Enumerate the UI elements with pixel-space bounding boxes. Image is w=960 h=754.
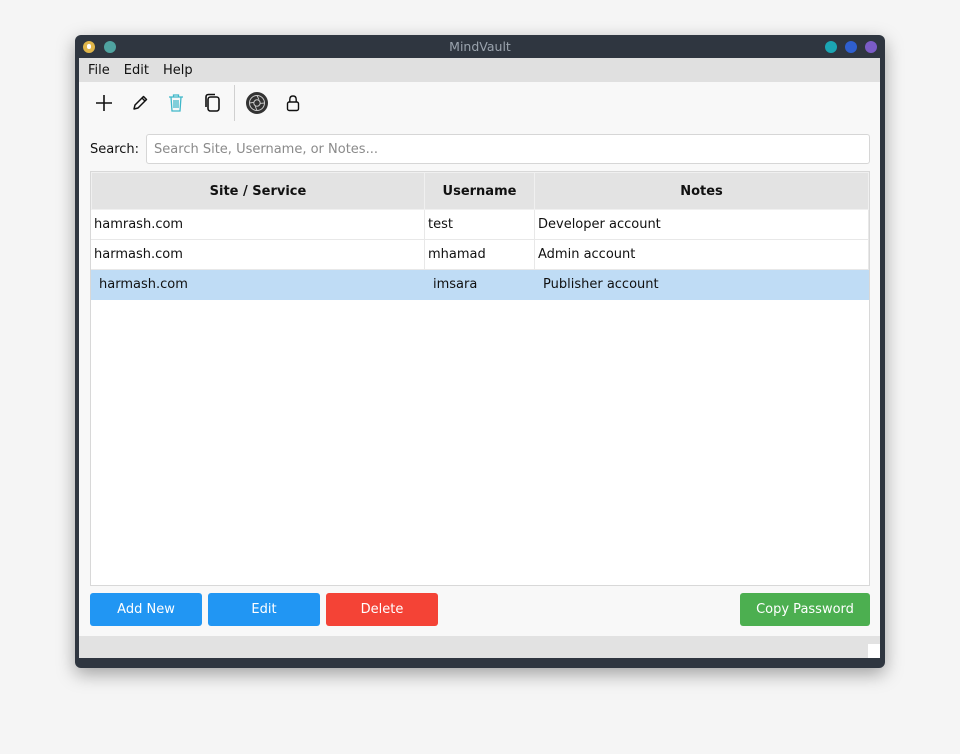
table-row[interactable]: hamrash.com test Developer account — [91, 210, 869, 240]
delete-button[interactable]: Delete — [326, 593, 438, 626]
edit-tool-button[interactable] — [122, 85, 158, 121]
cell-notes: Developer account — [535, 210, 869, 239]
title-bar[interactable]: MindVault — [75, 35, 885, 58]
cell-username: test — [425, 210, 535, 239]
delete-tool-button[interactable] — [158, 85, 194, 121]
copy-icon — [205, 93, 220, 112]
menu-bar: File Edit Help — [79, 58, 880, 82]
credentials-table: Site / Service Username Notes hamrash.co… — [90, 171, 870, 586]
status-bar — [79, 636, 880, 658]
cell-notes: Admin account — [535, 240, 869, 269]
search-input[interactable] — [146, 134, 870, 164]
settings-icon — [246, 92, 268, 114]
app-logo-icon — [83, 41, 95, 53]
trash-icon — [169, 94, 183, 112]
resize-grip[interactable] — [868, 644, 880, 658]
table-header: Site / Service Username Notes — [91, 172, 869, 210]
column-header-site[interactable]: Site / Service — [92, 173, 424, 209]
search-row: Search: — [90, 133, 870, 165]
table-row-selected[interactable]: harmash.com imsara Publisher account — [91, 270, 869, 300]
action-bar: Add New Edit Delete Copy Password — [90, 593, 870, 626]
cell-username: imsara — [425, 270, 535, 299]
cell-notes: Publisher account — [535, 270, 869, 299]
menu-file[interactable]: File — [83, 63, 115, 78]
pencil-icon — [133, 95, 148, 110]
window-title: MindVault — [449, 39, 511, 54]
edit-button[interactable]: Edit — [208, 593, 320, 626]
menu-help[interactable]: Help — [158, 63, 198, 78]
lock-tool-button[interactable] — [275, 85, 311, 121]
app-window: MindVault File Edit Help Search: Search … — [75, 35, 885, 668]
minimize-button[interactable] — [825, 41, 837, 53]
menu-edit[interactable]: Edit — [119, 63, 154, 78]
column-header-username[interactable]: Username — [425, 173, 534, 209]
copy-password-button[interactable]: Copy Password — [740, 593, 870, 626]
cell-site: harmash.com — [91, 240, 425, 269]
copy-tool-button[interactable] — [194, 85, 230, 121]
cell-site: harmash.com — [91, 270, 425, 299]
plus-icon — [96, 95, 112, 111]
column-header-notes[interactable]: Notes — [535, 173, 868, 209]
window-content: File Edit Help Search: Search Site, User… — [79, 58, 880, 658]
toolbar-separator — [234, 85, 235, 121]
cell-site: hamrash.com — [91, 210, 425, 239]
search-label: Search: — [90, 141, 140, 157]
pin-button[interactable] — [104, 41, 116, 53]
close-button[interactable] — [865, 41, 877, 53]
maximize-button[interactable] — [845, 41, 857, 53]
toolbar — [79, 82, 880, 124]
settings-tool-button[interactable] — [239, 85, 275, 121]
add-tool-button[interactable] — [86, 85, 122, 121]
table-row[interactable]: harmash.com mhamad Admin account — [91, 240, 869, 270]
lock-icon — [286, 95, 300, 112]
cell-username: mhamad — [425, 240, 535, 269]
add-new-button[interactable]: Add New — [90, 593, 202, 626]
